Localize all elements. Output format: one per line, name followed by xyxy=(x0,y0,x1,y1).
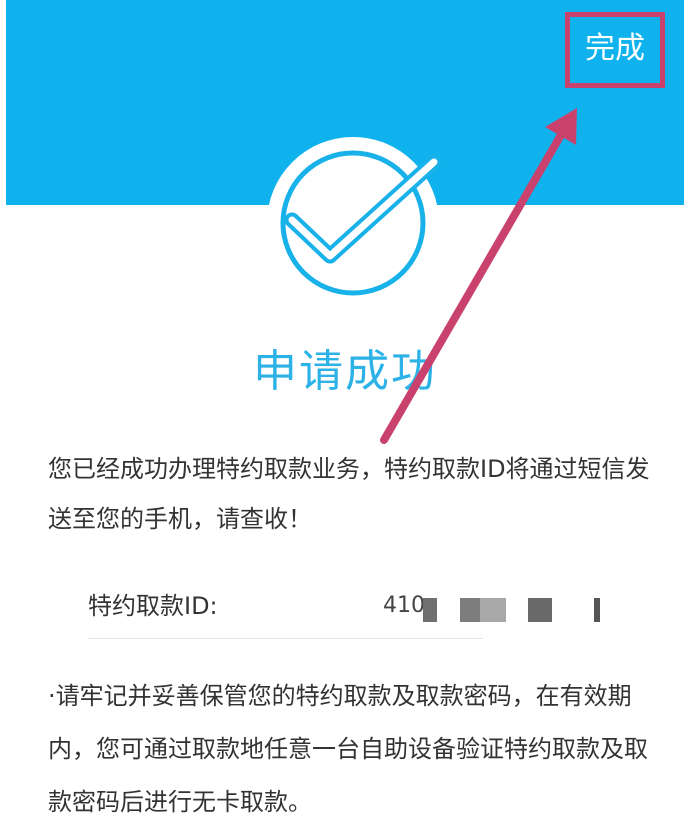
redaction-mask xyxy=(460,598,480,622)
redaction-mask xyxy=(480,598,506,622)
redaction-mask xyxy=(594,598,600,622)
success-message: 您已经成功办理特约取款业务，特约取款ID将通过短信发送至您的手机，请查收！ xyxy=(48,455,650,533)
redaction-mask xyxy=(528,598,552,622)
id-divider xyxy=(88,638,483,639)
check-circle-icon xyxy=(267,137,442,309)
done-button[interactable]: 完成 xyxy=(570,24,660,74)
withdrawal-id-value: 410 xyxy=(383,593,425,618)
withdrawal-id-row: 特约取款ID: 410 xyxy=(88,578,618,634)
redaction-mask xyxy=(423,598,437,622)
page-title: 申请成功 xyxy=(253,346,437,397)
withdrawal-id-label: 特约取款ID: xyxy=(88,592,218,620)
usage-notice: ·请牢记并妥善保管您的特约取款及取款密码，在有效期内，您可通过取款地任意一台自助… xyxy=(48,682,648,816)
